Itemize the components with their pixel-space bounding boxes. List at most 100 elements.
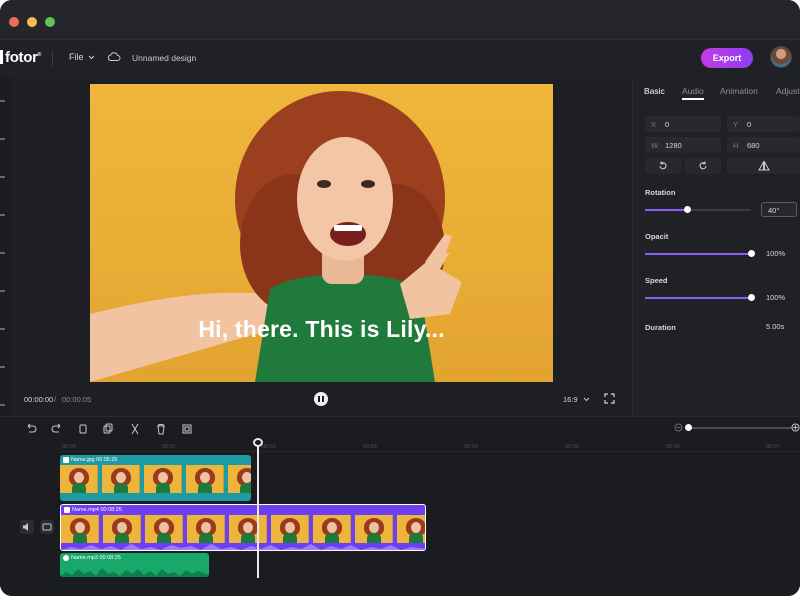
export-button[interactable]: Export	[701, 48, 753, 68]
duplicate-icon[interactable]	[101, 423, 115, 435]
zoom-in-icon[interactable]	[791, 423, 800, 432]
audio-waveform	[60, 568, 209, 577]
pause-icon	[318, 396, 320, 402]
zoom-out-icon[interactable]	[674, 423, 683, 432]
clip-thumbnail	[144, 465, 182, 493]
rotate-left-button[interactable]	[645, 158, 681, 174]
tab-adjust[interactable]: Adjust	[776, 86, 800, 96]
rotate-right-button[interactable]	[685, 158, 721, 174]
image-icon	[63, 457, 69, 463]
sidebar-item[interactable]	[0, 214, 5, 216]
title-bar	[0, 0, 800, 40]
opacity-value[interactable]: 100%	[766, 249, 785, 258]
width-field[interactable]: W 1280	[645, 137, 721, 153]
clip-thumbnail	[313, 515, 351, 543]
chevron-down-icon	[88, 55, 95, 60]
clip-thumbnail	[187, 515, 225, 543]
aspect-ratio-value: 16:9	[563, 395, 578, 404]
crop-icon[interactable]	[180, 423, 194, 435]
split-icon[interactable]	[128, 423, 142, 435]
cloud-icon[interactable]	[107, 51, 121, 62]
zoom-slider[interactable]	[688, 427, 792, 429]
rotation-slider-knob[interactable]	[684, 206, 691, 213]
file-menu-label: File	[69, 52, 84, 62]
video-preview[interactable]: Hi, there. This is Lily...	[90, 84, 553, 382]
top-toolbar: fotor® File Unnamed design Export	[0, 40, 800, 78]
sidebar-item[interactable]	[0, 404, 5, 406]
rotate-right-icon	[699, 161, 707, 170]
fullscreen-icon[interactable]	[604, 393, 615, 404]
sidebar-item[interactable]	[0, 328, 5, 330]
clip-thumbnail	[102, 465, 140, 493]
zoom-slider-knob[interactable]	[685, 424, 692, 431]
ruler-tick: 00:00	[62, 444, 76, 450]
copy-icon[interactable]	[76, 423, 90, 435]
aspect-ratio-select[interactable]: 16:9	[563, 395, 590, 404]
toolbar-divider	[52, 51, 53, 67]
clip-thumbnail	[60, 465, 98, 493]
file-menu[interactable]: File	[69, 52, 95, 62]
minimize-window-button[interactable]	[27, 17, 37, 27]
video-clip[interactable]: Name.mp4 00:08:25	[60, 504, 426, 551]
speed-slider-knob[interactable]	[748, 294, 755, 301]
sidebar-item[interactable]	[0, 100, 5, 102]
clip-thumbnail	[397, 515, 425, 543]
left-sidebar	[0, 78, 12, 418]
flip-button[interactable]	[727, 158, 800, 174]
ruler-tick: 00:06	[666, 444, 680, 450]
undo-icon[interactable]	[24, 423, 38, 435]
mute-track-button[interactable]	[20, 520, 34, 534]
close-window-button[interactable]	[9, 17, 19, 27]
tab-audio[interactable]: Audio	[682, 86, 704, 96]
clip-thumbnail	[271, 515, 309, 543]
total-time: 00:00:05	[62, 395, 92, 404]
playhead-handle[interactable]	[253, 438, 263, 447]
ruler-tick: 00:03	[363, 444, 377, 450]
maximize-window-button[interactable]	[45, 17, 55, 27]
clip-thumbnail	[103, 515, 141, 543]
fotor-logo[interactable]: fotor®	[0, 49, 41, 66]
redo-icon[interactable]	[50, 423, 64, 435]
speed-slider-fill	[645, 297, 751, 299]
duration-label: Duration	[645, 323, 676, 332]
ruler-tick: 00:04	[464, 444, 478, 450]
height-field[interactable]: H 680	[727, 137, 800, 153]
ruler-tick: 00:01	[162, 444, 176, 450]
sidebar-item[interactable]	[0, 366, 5, 368]
rotation-slider-fill	[645, 209, 687, 211]
clip-duration: 00:08:25	[99, 555, 121, 561]
time-separator: /	[54, 395, 57, 404]
chevron-down-icon	[583, 397, 590, 402]
app-window: fotor® File Unnamed design Export Hi, th…	[0, 0, 800, 596]
opacity-slider-knob[interactable]	[748, 250, 755, 257]
speaker-icon	[23, 523, 28, 531]
audio-clip[interactable]: Name.mp3 00:08:25	[60, 553, 209, 577]
sidebar-item[interactable]	[0, 138, 5, 140]
rotation-label: Rotation	[645, 188, 676, 197]
sidebar-item[interactable]	[0, 176, 5, 178]
tab-basic[interactable]: Basic	[644, 86, 665, 96]
speed-value[interactable]: 100%	[766, 293, 785, 302]
sidebar-item[interactable]	[0, 290, 5, 292]
tab-animation[interactable]: Animation	[720, 86, 758, 96]
video-icon	[64, 507, 70, 513]
x-position-field[interactable]: X0	[645, 116, 721, 132]
video-caption[interactable]: Hi, there. This is Lily...	[90, 316, 553, 343]
duration-value[interactable]: 5.00s	[766, 322, 784, 331]
rotation-input[interactable]: 40°	[761, 202, 797, 217]
avatar[interactable]	[770, 46, 792, 68]
clip-name: Name.mp4	[72, 507, 99, 513]
playhead[interactable]	[257, 440, 259, 578]
track-visibility-button[interactable]	[40, 520, 54, 534]
pause-button[interactable]	[314, 392, 328, 406]
delete-icon[interactable]	[154, 423, 168, 435]
ruler-tick: 00:07	[766, 444, 780, 450]
sidebar-item[interactable]	[0, 252, 5, 254]
y-position-field[interactable]: Y0	[727, 116, 800, 132]
current-time: 00:00:00	[24, 395, 54, 404]
clip-thumbnail	[186, 465, 224, 493]
timeline-ruler[interactable]	[60, 451, 800, 452]
design-name[interactable]: Unnamed design	[132, 53, 196, 63]
image-clip[interactable]: Name.jpg 00:05:25	[60, 455, 251, 501]
ruler-tick: 00:05	[565, 444, 579, 450]
